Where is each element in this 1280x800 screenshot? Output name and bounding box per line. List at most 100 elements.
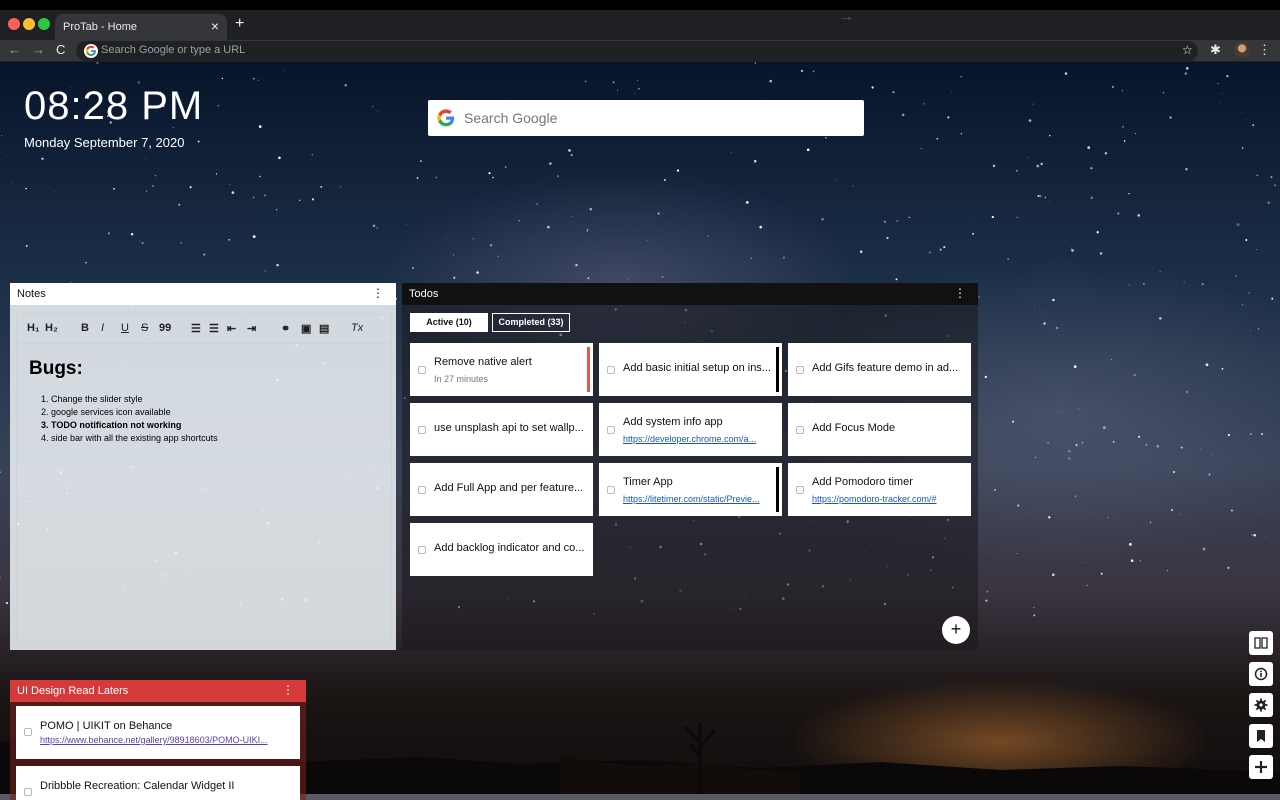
star bbox=[633, 93, 635, 94]
close-window-button[interactable] bbox=[8, 18, 20, 30]
todo-card[interactable]: Add Focus Mode bbox=[788, 403, 971, 456]
todo-card[interactable]: Remove native alert In 27 minutes bbox=[410, 343, 593, 396]
star bbox=[228, 238, 231, 241]
star bbox=[1073, 365, 1077, 368]
ordered-list-icon[interactable]: ☰ bbox=[191, 322, 201, 335]
star bbox=[1267, 201, 1270, 204]
todo-checkbox[interactable] bbox=[418, 486, 426, 494]
todo-checkbox[interactable] bbox=[796, 486, 804, 494]
todo-checkbox[interactable] bbox=[607, 486, 615, 494]
todo-card[interactable]: Add basic initial setup on ins... bbox=[599, 343, 782, 396]
star bbox=[960, 75, 962, 78]
star bbox=[497, 255, 500, 258]
search-submit-arrow-icon[interactable]: → bbox=[838, 8, 854, 26]
browser-tab[interactable]: ProTab - Home × bbox=[55, 14, 227, 40]
todo-checkbox[interactable] bbox=[418, 546, 426, 554]
todo-checkbox[interactable] bbox=[607, 426, 615, 434]
star bbox=[1252, 124, 1255, 127]
todo-link[interactable]: https://pomodoro-tracker.com/# bbox=[812, 494, 958, 504]
heading1-button[interactable]: H₁ bbox=[27, 322, 40, 334]
minimize-window-button[interactable] bbox=[23, 18, 35, 30]
reload-icon[interactable]: C bbox=[56, 42, 65, 57]
star bbox=[754, 62, 757, 64]
book-icon[interactable] bbox=[1249, 631, 1273, 655]
notes-editor[interactable]: H₁ H₂ B I U S 99 ☰ ☰ ⇤ ⇥ ⚭ ▣ ▤ Tx Bugs: … bbox=[16, 313, 392, 643]
strikethrough-button[interactable]: S bbox=[141, 322, 148, 334]
star bbox=[1134, 374, 1136, 376]
read-later-item-link[interactable]: https://www.behance.net/gallery/98918603… bbox=[40, 735, 292, 745]
profile-avatar[interactable] bbox=[1234, 42, 1250, 58]
bullet-list-icon[interactable]: ☰ bbox=[209, 322, 219, 335]
star bbox=[661, 276, 664, 278]
star bbox=[859, 250, 863, 253]
todo-link[interactable]: https://developer.chrome.com/a... bbox=[623, 434, 769, 444]
indent-icon[interactable]: ⇥ bbox=[247, 322, 256, 335]
settings-icon[interactable] bbox=[1249, 693, 1273, 717]
star bbox=[1257, 328, 1260, 330]
star bbox=[1185, 167, 1188, 171]
star bbox=[1205, 363, 1209, 367]
italic-button[interactable]: I bbox=[101, 322, 104, 334]
tab-active-todos[interactable]: Active (10) bbox=[410, 313, 488, 332]
todo-checkbox[interactable] bbox=[418, 366, 426, 374]
todo-checkbox[interactable] bbox=[796, 426, 804, 434]
todo-card[interactable]: Timer App https://litetimer.com/static/P… bbox=[599, 463, 782, 516]
quote-button[interactable]: 99 bbox=[159, 322, 171, 334]
clear-format-button[interactable]: Tx bbox=[351, 322, 363, 334]
star bbox=[1249, 329, 1251, 332]
star bbox=[920, 148, 922, 150]
todos-widget: Todos ⋮ Active (10) Completed (33) Remov… bbox=[402, 283, 978, 650]
info-icon[interactable] bbox=[1249, 662, 1273, 686]
star bbox=[1212, 453, 1214, 455]
notes-menu-icon[interactable]: ⋮ bbox=[372, 286, 384, 300]
outdent-icon[interactable]: ⇤ bbox=[227, 322, 236, 335]
extensions-icon[interactable]: ✱ bbox=[1210, 42, 1221, 58]
todo-card[interactable]: use unsplash api to set wallp... bbox=[410, 403, 593, 456]
star bbox=[53, 191, 56, 193]
todo-card[interactable]: Add Gifs feature demo in ad... bbox=[788, 343, 971, 396]
todo-checkbox[interactable] bbox=[418, 426, 426, 434]
browser-menu-icon[interactable]: ⋮ bbox=[1258, 42, 1271, 58]
read-later-checkbox[interactable] bbox=[24, 788, 32, 796]
tab-close-icon[interactable]: × bbox=[211, 18, 219, 34]
plus-icon[interactable] bbox=[1249, 755, 1273, 779]
search-input[interactable] bbox=[464, 102, 834, 134]
back-icon[interactable]: ← bbox=[8, 42, 21, 57]
underline-button[interactable]: U bbox=[121, 322, 129, 334]
bookmark-star-icon[interactable]: ☆ bbox=[1182, 43, 1193, 57]
tab-completed-todos[interactable]: Completed (33) bbox=[492, 313, 570, 332]
todos-menu-icon[interactable]: ⋮ bbox=[954, 286, 966, 300]
star bbox=[556, 175, 560, 178]
todo-card[interactable]: Add Full App and per feature... bbox=[410, 463, 593, 516]
add-todo-button[interactable]: + bbox=[942, 616, 970, 644]
read-later-menu-icon[interactable]: ⋮ bbox=[282, 683, 294, 697]
omnibox[interactable]: Search Google or type a URL bbox=[76, 41, 1198, 61]
star bbox=[1033, 607, 1035, 609]
read-later-item-title: Dribbble Recreation: Calendar Widget II bbox=[40, 780, 235, 792]
todo-card[interactable]: Add Pomodoro timer https://pomodoro-trac… bbox=[788, 463, 971, 516]
todo-checkbox[interactable] bbox=[607, 366, 615, 374]
heading2-button[interactable]: H₂ bbox=[45, 322, 58, 334]
star bbox=[1043, 322, 1046, 325]
read-later-item[interactable]: Dribbble Recreation: Calendar Widget II bbox=[16, 766, 300, 800]
new-tab-button[interactable]: + bbox=[235, 15, 244, 33]
read-later-item[interactable]: POMO | UIKIT on Behance https://www.beha… bbox=[16, 706, 300, 759]
star bbox=[1241, 111, 1243, 113]
bold-button[interactable]: B bbox=[81, 322, 89, 334]
maximize-window-button[interactable] bbox=[38, 18, 50, 30]
forward-icon[interactable]: → bbox=[32, 42, 45, 57]
read-later-checkbox[interactable] bbox=[24, 728, 32, 736]
image-icon[interactable]: ▣ bbox=[301, 322, 311, 335]
video-icon[interactable]: ▤ bbox=[319, 322, 329, 335]
notes-list-item: Change the slider style bbox=[51, 393, 218, 406]
link-icon[interactable]: ⚭ bbox=[281, 322, 290, 335]
star bbox=[1060, 411, 1062, 413]
star bbox=[1220, 102, 1222, 104]
todo-card[interactable]: Add system info app https://developer.ch… bbox=[599, 403, 782, 456]
star bbox=[1241, 304, 1244, 306]
todo-checkbox[interactable] bbox=[796, 366, 804, 374]
todo-card[interactable]: Add backlog indicator and co... bbox=[410, 523, 593, 576]
todo-link[interactable]: https://litetimer.com/static/Previe... bbox=[623, 494, 769, 504]
bookmark-icon[interactable] bbox=[1249, 724, 1273, 748]
star bbox=[1034, 456, 1036, 458]
